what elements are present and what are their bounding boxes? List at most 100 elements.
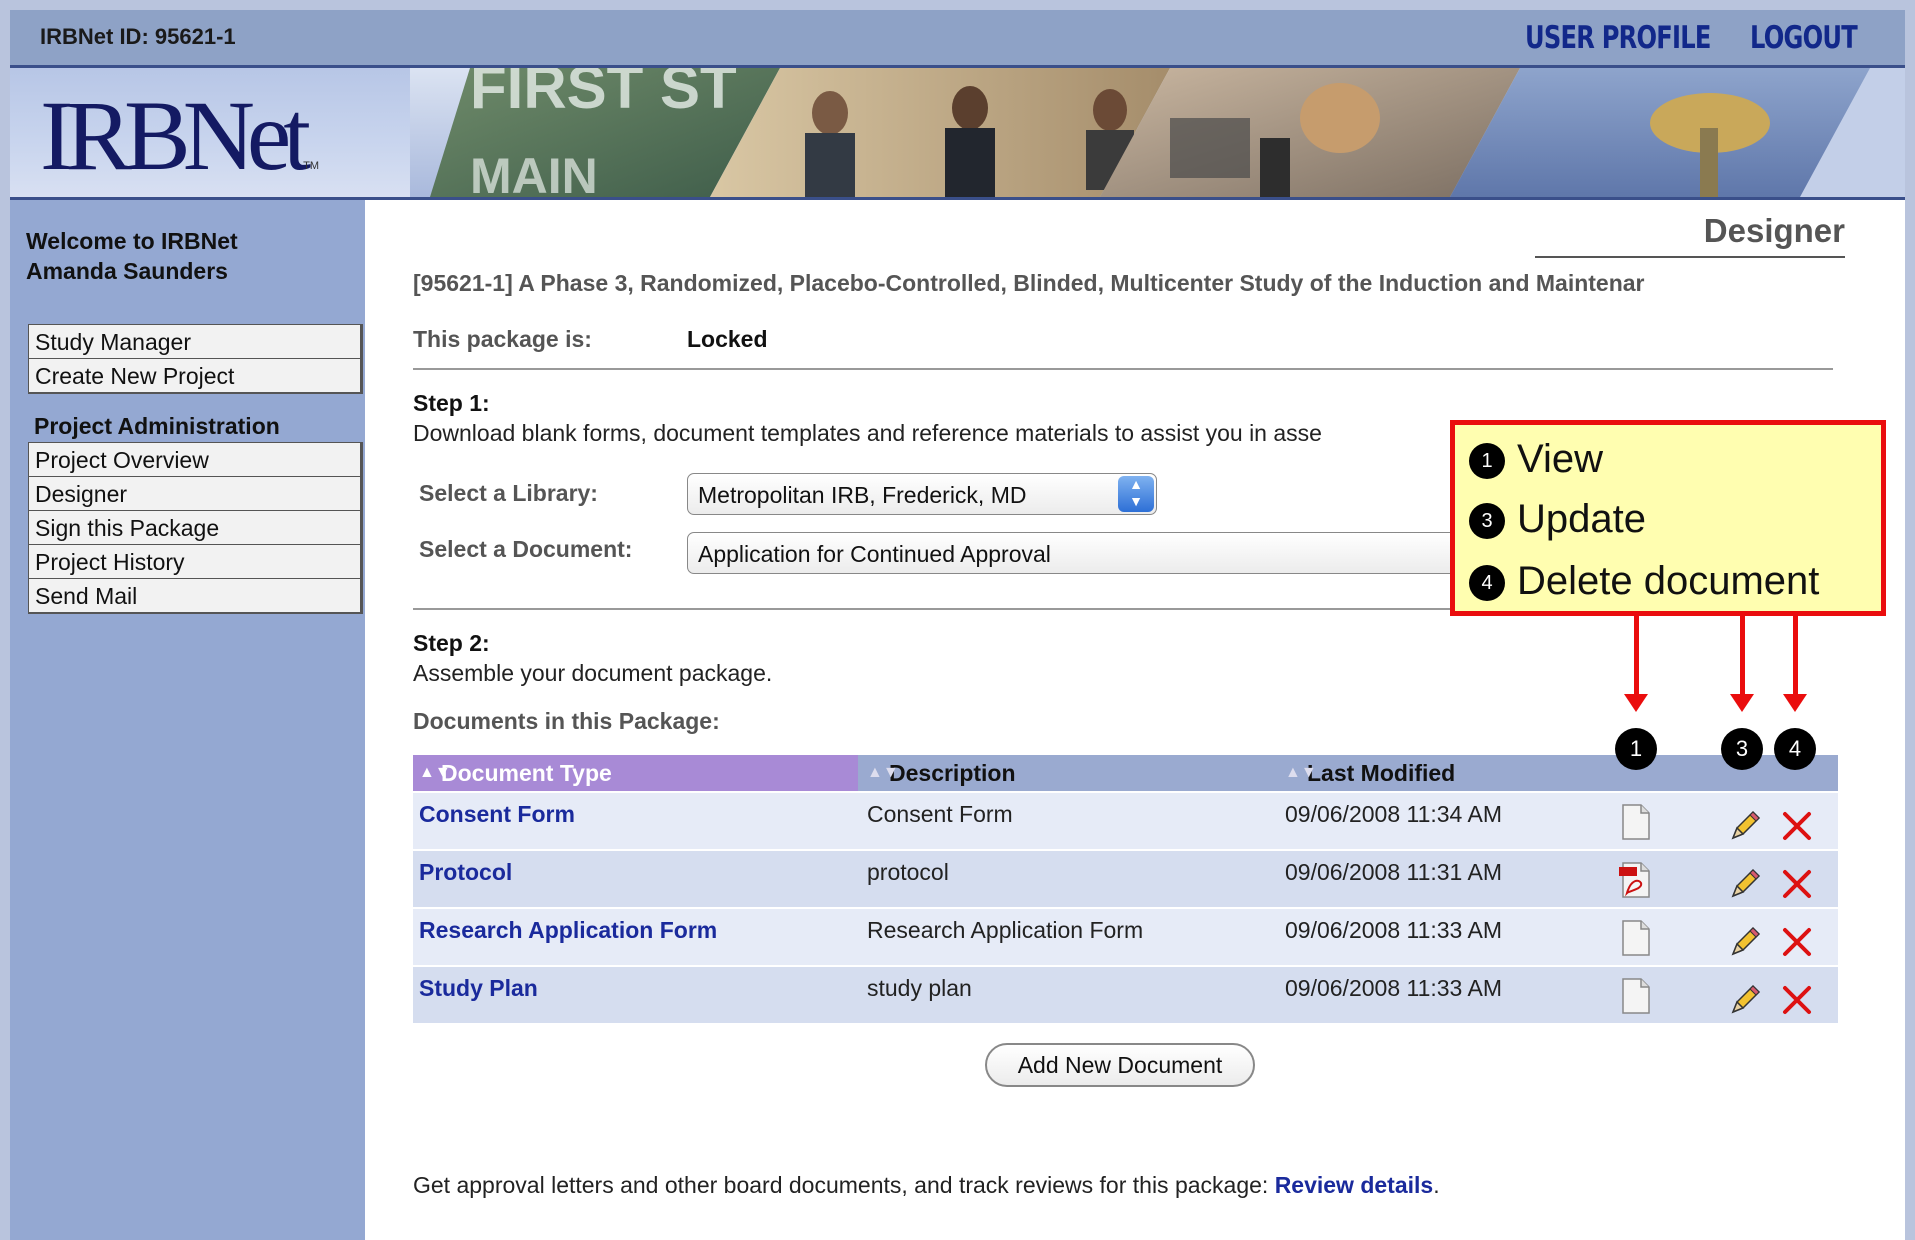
sidebar: Welcome to IRBNet Amanda Saunders Study … [10,200,365,1240]
document-label: Select a Document: [419,536,633,562]
annotation-callout: 1 View 3 Update 4 Delete document [1450,420,1886,616]
pencil-edit-icon[interactable] [1727,807,1763,845]
document-select[interactable]: Application for Continued Approval [687,532,1487,574]
pdf-document-icon[interactable] [1617,861,1653,899]
document-description: study plan [867,975,972,1001]
welcome-line: Welcome to IRBNet [26,228,238,254]
step2-label: Step 2: [413,630,490,656]
select-stepper-icon: ▲ ▼ [1118,476,1154,512]
divider [413,368,1833,370]
step2-text: Assemble your document package. [413,660,773,686]
top-bar: IRBNet ID: 95621-1 USER PROFILE LOGOUT [10,10,1905,65]
callout-arrow [1740,616,1745,698]
review-details-link[interactable]: Review details [1275,1172,1434,1198]
nav-sign-package[interactable]: Sign this Package [28,510,363,544]
user-profile-link[interactable]: USER PROFILE [1525,20,1711,56]
logo-text: IRBNet [40,80,311,191]
library-label: Select a Library: [419,480,598,506]
add-new-document-button[interactable]: Add New Document [985,1043,1255,1087]
callout-label: Delete document [1517,559,1820,603]
document-last-modified: 09/06/2008 11:31 AM [1285,859,1502,885]
blank-document-icon[interactable] [1617,803,1653,841]
document-last-modified: 09/06/2008 11:33 AM [1285,975,1502,1001]
callout-number: 4 [1469,565,1505,602]
document-type-link[interactable]: Research Application Form [419,917,717,944]
column-marker-view: 1 [1615,728,1657,770]
documents-table: ▲▼ Document Type ▲▼ Description ▲▼ Last … [413,755,1838,1023]
review-details-text: Get approval letters and other board doc… [413,1172,1440,1199]
logout-link[interactable]: LOGOUT [1750,20,1858,56]
column-marker-update: 3 [1721,728,1763,770]
pencil-edit-icon[interactable] [1727,923,1763,961]
column-header-last-modified[interactable]: ▲▼ Last Modified [1279,755,1599,791]
column-marker-delete: 4 [1774,728,1816,770]
callout-item-delete: 4 Delete document [1469,559,1819,604]
nav-section-header: Project Administration [34,413,280,439]
sort-arrows-icon: ▲▼ [419,764,451,781]
document-description: Research Application Form [867,917,1144,943]
callout-arrow-head [1783,694,1807,712]
nav-group-project: Project Administration Project Overview … [28,410,363,614]
document-select-value: Application for Continued Approval [698,541,1051,567]
column-header-label: Last Modified [1307,760,1456,786]
document-last-modified: 09/06/2008 11:33 AM [1285,917,1502,943]
callout-number: 3 [1469,503,1505,540]
column-header-label: Document Type [441,760,612,786]
nav-send-mail[interactable]: Send Mail [28,578,363,614]
nav-group-top: Study Manager Create New Project [28,324,363,394]
callout-item-update: 3 Update [1469,497,1646,542]
document-last-modified: 09/06/2008 11:34 AM [1285,801,1502,827]
library-select-value: Metropolitan IRB, Frederick, MD [698,482,1027,508]
sort-arrows-icon: ▲▼ [867,764,899,781]
callout-item-view: 1 View [1469,437,1603,482]
package-status-label: This package is: [413,326,592,352]
user-name: Amanda Saunders [26,258,228,284]
document-description: protocol [867,859,949,885]
delete-x-icon[interactable] [1779,981,1815,1019]
delete-x-icon[interactable] [1779,865,1815,903]
nav-study-manager[interactable]: Study Manager [28,324,363,358]
nav-project-history[interactable]: Project History [28,544,363,578]
step1-text: Download blank forms, document templates… [413,420,1322,446]
pencil-edit-icon[interactable] [1727,865,1763,903]
banner: IRBNetTM FIRST ST MAIN [10,65,1905,200]
callout-arrow-head [1730,694,1754,712]
irbnet-id: IRBNet ID: 95621-1 [40,24,236,49]
study-title: [95621-1] A Phase 3, Randomized, Placebo… [413,270,1645,296]
package-status-value: Locked [687,326,768,352]
welcome-message: Welcome to IRBNet Amanda Saunders [26,226,238,286]
nav-designer[interactable]: Designer [28,476,363,510]
banner-photo-collage: FIRST ST MAIN [410,68,1905,197]
page-title: Designer [1703,212,1845,249]
blank-document-icon[interactable] [1617,919,1653,957]
pencil-edit-icon[interactable] [1727,981,1763,1019]
title-divider [1535,256,1845,258]
library-select[interactable]: Metropolitan IRB, Frederick, MD ▲ ▼ [687,473,1157,515]
column-header-document-type[interactable]: ▲▼ Document Type [413,755,858,791]
nav-project-overview[interactable]: Project Overview [28,442,363,476]
column-header-label: Description [889,760,1016,786]
blank-document-icon[interactable] [1617,977,1653,1015]
callout-label: Update [1517,497,1646,541]
sort-arrows-icon: ▲▼ [1285,764,1317,781]
nav-create-new-project[interactable]: Create New Project [28,358,363,394]
delete-x-icon[interactable] [1779,923,1815,961]
document-type-link[interactable]: Consent Form [419,801,575,828]
callout-number: 1 [1469,443,1505,480]
table-row: Consent Form Consent Form 09/06/2008 11:… [413,791,1838,849]
document-type-link[interactable]: Study Plan [419,975,538,1002]
review-period: . [1433,1172,1440,1198]
delete-x-icon[interactable] [1779,807,1815,845]
svg-text:MAIN: MAIN [470,148,598,197]
table-row: Study Plan study plan 09/06/2008 11:33 A… [413,965,1838,1023]
column-header-description[interactable]: ▲▼ Description [861,755,1276,791]
table-row: Protocol protocol 09/06/2008 11:31 AM [413,849,1838,907]
window-frame-left [0,0,10,1240]
callout-arrow [1634,616,1639,698]
documents-label: Documents in this Package: [413,708,720,734]
svg-text:FIRST ST: FIRST ST [470,68,737,121]
callout-arrow [1793,616,1798,698]
review-text: Get approval letters and other board doc… [413,1172,1275,1198]
window-frame-top [0,0,1915,10]
document-type-link[interactable]: Protocol [419,859,512,886]
